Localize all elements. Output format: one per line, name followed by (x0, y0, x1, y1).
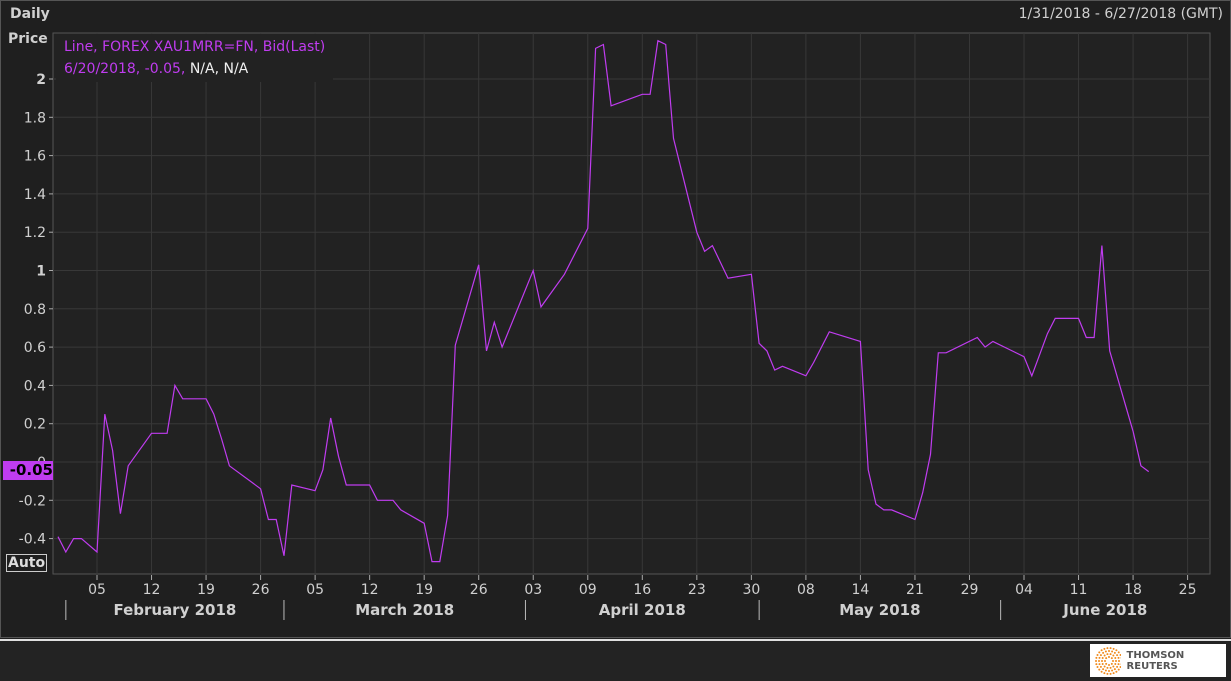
y-tick-label: 1.2 (24, 225, 46, 241)
y-tick-label: 1.8 (24, 110, 46, 126)
legend: Line, FOREX XAU1MRR=FN, Bid(Last) 6/20/2… (56, 34, 334, 82)
y-tick-label: 0.8 (24, 302, 46, 318)
thomson-reuters-logo: THOMSON REUTERS (1090, 644, 1226, 677)
x-tick-label: 23 (688, 582, 706, 598)
y-tick-label: 1.6 (24, 149, 46, 165)
x-tick-label: 12 (143, 582, 161, 598)
x-tick-label: 11 (1070, 582, 1088, 598)
month-label: February 2018 (113, 601, 236, 619)
x-tick-label: 26 (470, 582, 488, 598)
y-tick-label: 2 (36, 72, 46, 88)
legend-series: Line, FOREX XAU1MRR=FN, Bid(Last) (64, 39, 326, 55)
logo-text: THOMSON REUTERS (1126, 649, 1185, 672)
x-tick-label: 25 (1179, 582, 1197, 598)
y-tick-label: 1 (36, 264, 46, 280)
x-tick-label: 05 (306, 582, 324, 598)
y-tick-label: 1.4 (24, 187, 46, 203)
plot-area (52, 32, 1211, 575)
x-axis: 05 12 19 26 05 12 19 26 03 09 16 23 30 08 14 21 29 04 11 18… (65, 575, 1197, 620)
auto-scale-button[interactable]: Auto (6, 554, 48, 572)
x-tick-label: 08 (797, 582, 815, 598)
x-tick-label: 14 (852, 582, 870, 598)
x-tick-label: 21 (906, 582, 924, 598)
x-tick-label: 12 (361, 582, 379, 598)
x-tick-label: 04 (1015, 582, 1033, 598)
legend-last-point: 6/20/2018, -0.05, (64, 61, 186, 77)
y-tick-label: 0.4 (24, 378, 46, 394)
x-tick-label: 16 (633, 582, 651, 598)
x-tick-label: 09 (579, 582, 597, 598)
month-label: May 2018 (839, 601, 920, 619)
month-label: June 2018 (1062, 601, 1147, 619)
y-tick-label: -0.2 (19, 493, 46, 509)
reuters-dots-icon (1095, 646, 1121, 675)
x-tick-label: 26 (252, 582, 270, 598)
month-label: March 2018 (355, 601, 454, 619)
x-tick-label: 30 (742, 582, 760, 598)
y-tick-label: -0.4 (19, 532, 46, 548)
x-tick-label: 18 (1124, 582, 1142, 598)
y-tick-label: 0.2 (24, 417, 46, 433)
x-tick-label: 05 (88, 582, 106, 598)
legend-na: N/A, N/A (189, 61, 249, 77)
footer-bar (0, 639, 1231, 681)
x-tick-label: 19 (197, 582, 215, 598)
current-value-marker: -0.05 (3, 461, 53, 480)
price-chart: -0.4-0.200.20.40.60.811.21.41.61.82 0512… (19, 32, 1211, 620)
x-tick-label: 19 (415, 582, 433, 598)
x-tick-label: 03 (524, 582, 542, 598)
y-tick-label: 0.6 (24, 340, 46, 356)
month-label: April 2018 (599, 601, 686, 619)
x-tick-label: 29 (961, 582, 979, 598)
